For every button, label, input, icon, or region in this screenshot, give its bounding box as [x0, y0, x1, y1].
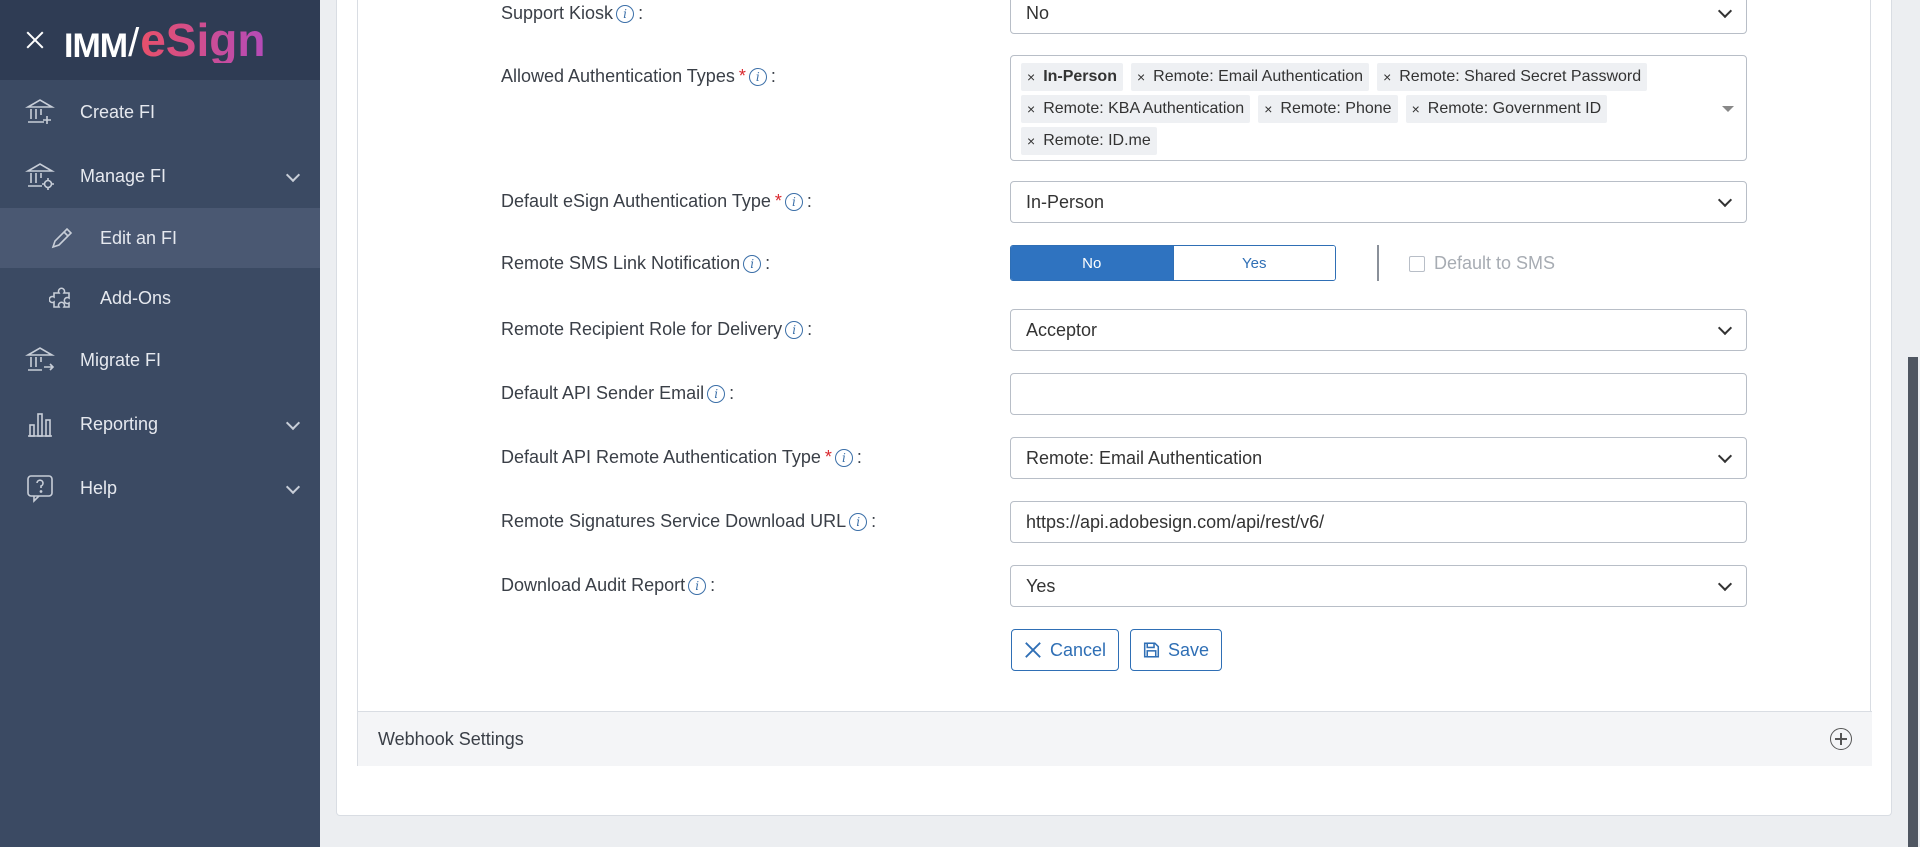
chevron-down-icon	[285, 415, 301, 431]
remote-sms-yes-button[interactable]: Yes	[1172, 246, 1335, 280]
info-icon[interactable]: i	[688, 576, 707, 595]
default-esign-auth-select[interactable]: In-Person	[1010, 181, 1747, 223]
allowed-auth-label: Allowed Authentication Types * i :	[501, 66, 776, 86]
info-icon[interactable]: i	[748, 67, 767, 86]
sidebar: IMM / eSign Create FI Manage FI Edit an FI…	[0, 0, 320, 847]
chevron-down-icon	[1717, 320, 1733, 336]
save-icon	[1143, 642, 1160, 658]
support-kiosk-select[interactable]: No	[1010, 0, 1747, 34]
dropdown-arrow-icon[interactable]	[1722, 106, 1734, 112]
scrollbar-thumb[interactable]	[1908, 357, 1918, 847]
info-icon[interactable]: i	[849, 512, 868, 531]
sidebar-item-add-ons[interactable]: Add-Ons	[0, 268, 320, 328]
remote-sms-label: Remote SMS Link Notification i :	[501, 253, 771, 273]
bank-arrow-icon	[24, 344, 56, 376]
sidebar-item-help[interactable]: Help	[0, 456, 320, 520]
auth-tag: × Remote: Phone	[1258, 95, 1398, 123]
chevron-down-icon	[285, 479, 301, 495]
chevron-down-icon	[1717, 192, 1733, 208]
sidebar-item-manage-fi[interactable]: Manage FI	[0, 144, 320, 208]
remote-sig-url-input[interactable]: https://api.adobesign.com/api/rest/v6/	[1010, 501, 1747, 543]
pencil-icon	[48, 224, 76, 252]
cancel-button[interactable]: Cancel	[1011, 629, 1119, 671]
webhook-settings-header[interactable]: Webhook Settings	[358, 711, 1872, 766]
sidebar-item-migrate-fi[interactable]: Migrate FI	[0, 328, 320, 392]
download-audit-select[interactable]: Yes	[1010, 565, 1747, 607]
remove-tag-icon[interactable]: ×	[1137, 69, 1145, 85]
remove-tag-icon[interactable]: ×	[1027, 133, 1035, 149]
remote-sig-url-label: Remote Signatures Service Download URL i…	[501, 511, 877, 531]
default-api-sender-email-label: Default API Sender Email i :	[501, 383, 735, 403]
checkbox-box[interactable]	[1409, 255, 1425, 272]
info-icon[interactable]: i	[616, 4, 635, 23]
chevron-down-icon	[1717, 576, 1733, 592]
default-api-remote-auth-label: Default API Remote Authentication Type *…	[501, 447, 862, 467]
sidebar-item-create-fi[interactable]: Create FI	[0, 80, 320, 144]
chevron-down-icon	[1717, 448, 1733, 464]
auth-tag: × Remote: Shared Secret Password	[1377, 63, 1648, 91]
remove-tag-icon[interactable]: ×	[1027, 101, 1035, 117]
divider	[1377, 245, 1379, 281]
remove-tag-icon[interactable]: ×	[1264, 101, 1272, 117]
support-kiosk-label: Support Kiosk i :	[501, 3, 644, 23]
bank-plus-icon	[24, 96, 56, 128]
info-icon[interactable]: i	[785, 320, 804, 339]
bar-chart-icon	[24, 408, 56, 440]
brand-bar: IMM / eSign	[0, 0, 320, 80]
chevron-down-icon	[1717, 3, 1733, 19]
save-button[interactable]: Save	[1130, 629, 1222, 671]
info-icon[interactable]: i	[707, 384, 726, 403]
auth-tag: × In-Person	[1021, 63, 1123, 91]
main-card: Support Kiosk i : No Allowed Authenticat…	[336, 0, 1892, 816]
download-audit-label: Download Audit Report i :	[501, 575, 716, 595]
scrollbar[interactable]	[1906, 0, 1920, 847]
close-icon	[1025, 642, 1041, 658]
auth-tag: × Remote: Government ID	[1405, 95, 1608, 123]
auth-tag: × Remote: ID.me	[1021, 127, 1157, 155]
remove-tag-icon[interactable]: ×	[1412, 101, 1420, 117]
sidebar-item-edit-an-fi[interactable]: Edit an FI	[0, 208, 320, 268]
info-icon[interactable]: i	[743, 254, 762, 273]
remote-recipient-role-label: Remote Recipient Role for Delivery i :	[501, 319, 813, 339]
remote-sms-toggle: No Yes	[1010, 245, 1336, 281]
info-icon[interactable]: i	[784, 192, 803, 211]
info-icon[interactable]: i	[834, 448, 853, 467]
allowed-auth-multiselect[interactable]: × In-Person × Remote: Email Authentication…	[1010, 55, 1747, 161]
remote-sms-no-button[interactable]: No	[1011, 246, 1173, 280]
chevron-down-icon	[285, 167, 301, 183]
puzzle-icon	[48, 284, 76, 312]
expand-plus-icon[interactable]	[1830, 728, 1852, 750]
help-bubble-icon	[24, 472, 56, 504]
remote-recipient-role-select[interactable]: Acceptor	[1010, 309, 1747, 351]
settings-panel: Support Kiosk i : No Allowed Authenticat…	[357, 0, 1872, 766]
default-to-sms-checkbox[interactable]: Default to SMS	[1409, 253, 1555, 274]
auth-tag: × Remote: KBA Authentication	[1021, 95, 1251, 123]
remove-tag-icon[interactable]: ×	[1383, 69, 1391, 85]
default-api-remote-auth-select[interactable]: Remote: Email Authentication	[1010, 437, 1747, 479]
default-api-sender-email-input[interactable]	[1010, 373, 1747, 415]
close-icon[interactable]	[24, 29, 46, 51]
default-esign-auth-label: Default eSign Authentication Type * i :	[501, 191, 812, 211]
sidebar-item-reporting[interactable]: Reporting	[0, 392, 320, 456]
bank-gear-icon	[24, 160, 56, 192]
remove-tag-icon[interactable]: ×	[1027, 69, 1035, 85]
auth-tag: × Remote: Email Authentication	[1130, 63, 1370, 91]
logo: IMM / eSign	[64, 14, 266, 66]
